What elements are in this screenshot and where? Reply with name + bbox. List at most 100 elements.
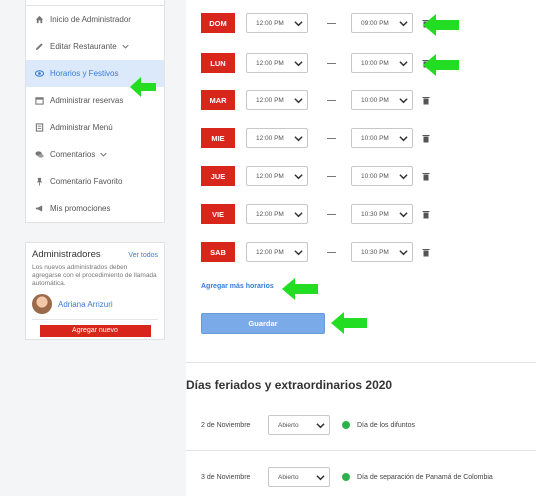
open-time-value: 12:00 PM	[256, 96, 284, 104]
status-dot-icon	[342, 421, 350, 429]
status-dot-icon	[342, 473, 350, 481]
day-badge: JUE	[201, 166, 235, 186]
holiday-status-select[interactable]: Abierto	[268, 415, 330, 435]
close-time-value: 10:00 PM	[361, 59, 389, 67]
sidebar-item-editar-restaurante[interactable]: Editar Restaurante	[26, 33, 164, 60]
open-time-select[interactable]: 12:00 PM	[246, 90, 308, 110]
open-time-select[interactable]: 12:00 PM	[246, 204, 308, 224]
chevron-down-icon	[399, 60, 408, 66]
admins-description: Los nuevos administrados deben agregarse…	[32, 264, 157, 287]
close-time-value: 10:00 PM	[361, 172, 389, 180]
close-time-select[interactable]: 10:30 PM	[351, 204, 413, 224]
trash-icon[interactable]	[422, 248, 430, 257]
close-time-select[interactable]: 10:00 PM	[351, 53, 413, 73]
admin-entry[interactable]: Adriana Arrizuri	[32, 294, 158, 320]
chevron-down-icon	[294, 211, 303, 217]
close-time-value: 10:00 PM	[361, 96, 389, 104]
sidebar-nav: Inicio de Administrador Editar Restauran…	[25, 0, 165, 223]
holiday-name: Día de los difuntos	[357, 421, 415, 429]
sidebar-item-inicio[interactable]: Inicio de Administrador	[26, 6, 164, 33]
close-time-value: 09:00 PM	[361, 19, 389, 27]
chevron-down-icon	[294, 20, 303, 26]
sidebar-item-comentarios[interactable]: Comentarios	[26, 141, 164, 168]
holiday-row: 2 de Noviembre Abierto Día de los difunt…	[201, 415, 415, 435]
admins-title: Administradores	[32, 249, 101, 260]
close-time-select[interactable]: 10:30 PM	[351, 242, 413, 262]
holiday-name: Día de separación de Panamá de Colombia	[357, 473, 493, 481]
open-time-select[interactable]: 12:00 PM	[246, 13, 308, 33]
close-time-select[interactable]: 10:00 PM	[351, 128, 413, 148]
section-divider	[186, 450, 536, 451]
close-time-select[interactable]: 09:00 PM	[351, 13, 413, 33]
sidebar-item-label: Comentario Favorito	[50, 177, 123, 186]
home-icon	[35, 15, 44, 24]
chevron-down-icon	[294, 249, 303, 255]
sidebar-menu: Inicio de Administrador Editar Restauran…	[25, 6, 165, 223]
chevron-down-icon	[122, 44, 129, 49]
open-time-value: 12:00 PM	[256, 248, 284, 256]
close-time-value: 10:30 PM	[361, 248, 389, 256]
holiday-date: 3 de Noviembre	[201, 473, 251, 481]
trash-icon[interactable]	[422, 172, 430, 181]
section-divider	[186, 362, 536, 363]
sidebar-item-label: Administrar reservas	[50, 96, 124, 105]
sidebar-item-label: Mis promociones	[50, 204, 111, 213]
add-admin-button[interactable]: Agregar nuevo	[39, 325, 151, 337]
annotation-arrow-icon	[423, 54, 459, 76]
chevron-down-icon	[399, 135, 408, 141]
trash-icon[interactable]	[422, 96, 430, 105]
admins-panel: Administradores Ver todos Los nuevos adm…	[25, 242, 165, 340]
admin-name[interactable]: Adriana Arrizuri	[58, 300, 113, 309]
add-more-hours-link[interactable]: Agregar más horarios	[201, 283, 274, 290]
annotation-arrow-icon	[130, 77, 156, 97]
sidebar-item-label: Horarios y Festivos	[50, 69, 119, 78]
day-badge: LUN	[201, 53, 235, 73]
chevron-down-icon	[100, 152, 108, 157]
day-badge: MAR	[201, 90, 235, 110]
chevron-down-icon	[294, 135, 303, 141]
chevron-down-icon	[294, 97, 303, 103]
schedule-row: JUE 12:00 PM 10:00 PM	[201, 166, 430, 186]
time-separator	[327, 213, 336, 215]
close-time-value: 10:00 PM	[361, 134, 389, 142]
holidays-title: Días feriados y extraordinarios 2020	[186, 378, 393, 392]
admins-header: Administradores Ver todos	[32, 249, 158, 260]
time-separator	[327, 99, 336, 101]
holiday-row: 3 de Noviembre Abierto Día de separación…	[201, 467, 493, 487]
trash-icon[interactable]	[422, 134, 430, 143]
holiday-status-select[interactable]: Abierto	[268, 467, 330, 487]
close-time-select[interactable]: 10:00 PM	[351, 90, 413, 110]
menu-list-icon	[35, 123, 44, 132]
annotation-arrow-icon	[282, 278, 318, 300]
chevron-down-icon	[316, 474, 325, 480]
schedule-row: MIE 12:00 PM 10:00 PM	[201, 128, 430, 148]
save-button[interactable]: Guardar	[201, 313, 325, 334]
open-time-value: 12:00 PM	[256, 134, 284, 142]
day-badge: MIE	[201, 128, 235, 148]
time-separator	[327, 251, 336, 253]
chevron-down-icon	[399, 20, 408, 26]
open-time-select[interactable]: 12:00 PM	[246, 166, 308, 186]
sidebar-item-menu[interactable]: Administrar Menú	[26, 114, 164, 141]
open-time-select[interactable]: 12:00 PM	[246, 53, 308, 73]
open-time-select[interactable]: 12:00 PM	[246, 128, 308, 148]
day-badge: VIE	[201, 204, 235, 224]
chevron-down-icon	[399, 249, 408, 255]
sidebar-item-promociones[interactable]: Mis promociones	[26, 195, 164, 222]
sidebar-item-comentario-favorito[interactable]: Comentario Favorito	[26, 168, 164, 195]
trash-icon[interactable]	[422, 210, 430, 219]
eye-icon	[35, 70, 44, 77]
chevron-down-icon	[294, 60, 303, 66]
time-separator	[327, 137, 336, 139]
day-badge: DOM	[201, 13, 235, 33]
chevron-down-icon	[316, 422, 325, 428]
schedule-row: VIE 12:00 PM 10:30 PM	[201, 204, 430, 224]
schedule-row: LUN 12:00 PM 10:00 PM	[201, 53, 430, 73]
close-time-value: 10:30 PM	[361, 210, 389, 218]
close-time-select[interactable]: 10:00 PM	[351, 166, 413, 186]
sidebar-item-label: Editar Restaurante	[50, 42, 117, 51]
open-time-select[interactable]: 12:00 PM	[246, 242, 308, 262]
chevron-down-icon	[399, 97, 408, 103]
view-all-link[interactable]: Ver todos	[128, 252, 158, 259]
holiday-status-value: Abierto	[278, 421, 299, 429]
